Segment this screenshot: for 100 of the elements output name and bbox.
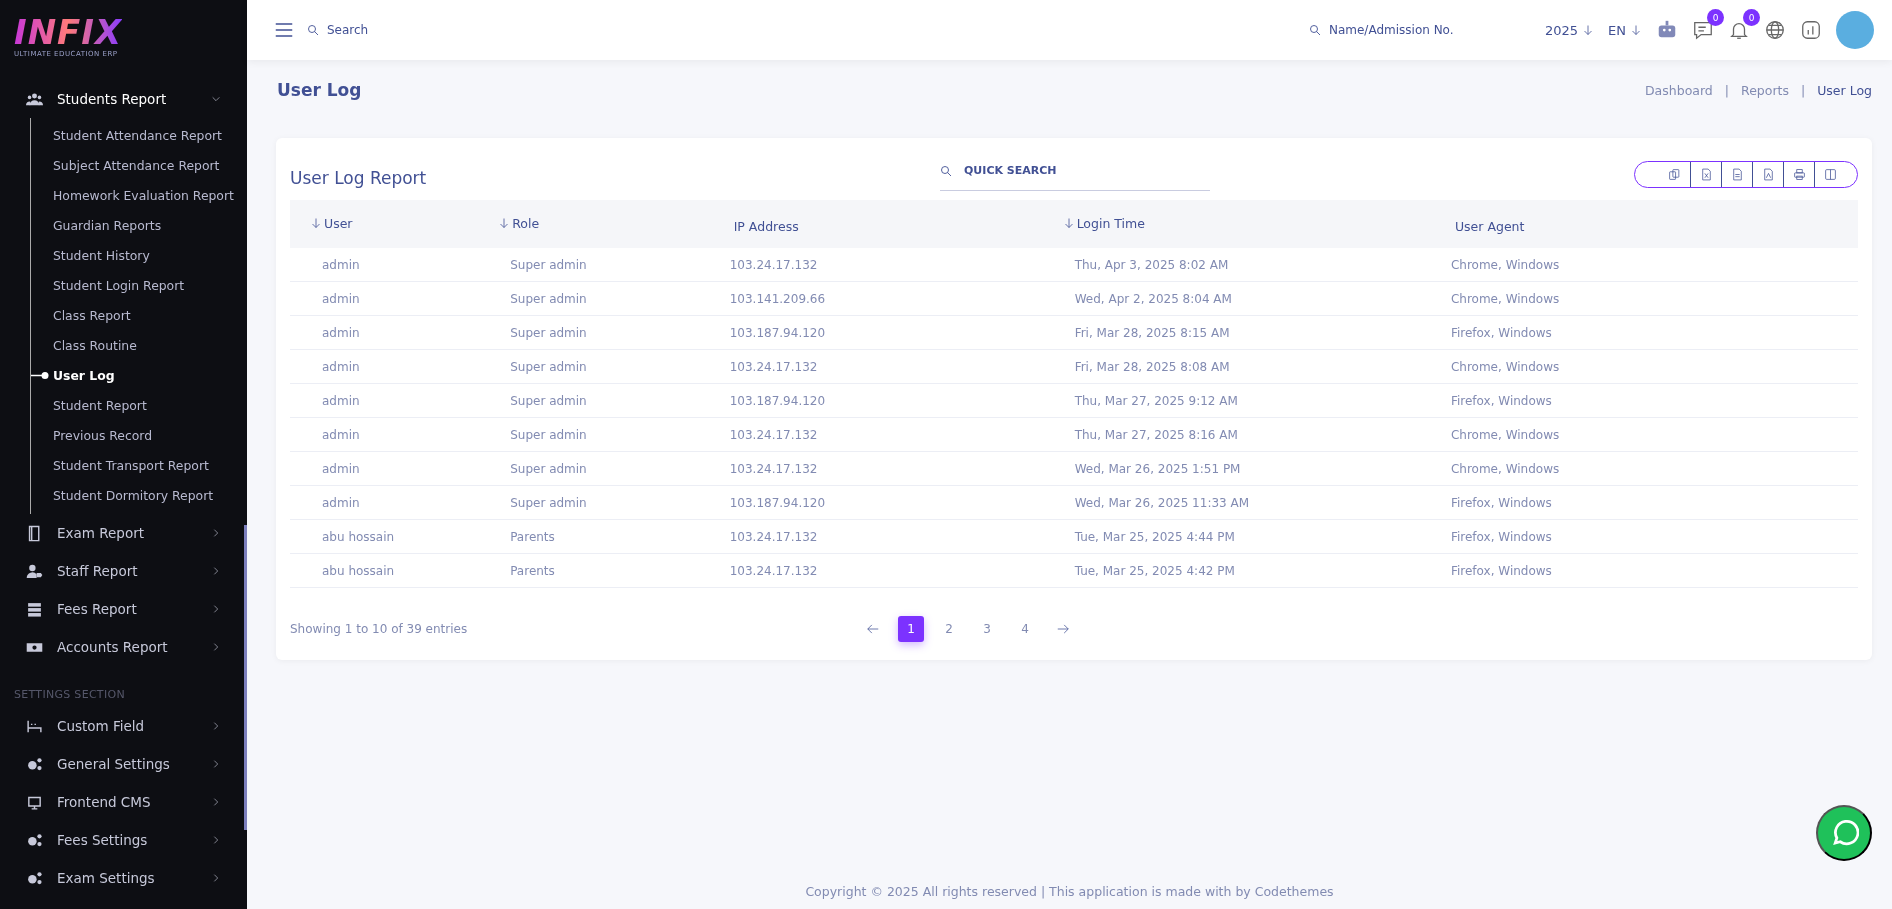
user-tag-icon [26, 562, 43, 580]
column-header[interactable]: Role [478, 200, 698, 248]
section-heading: SETTINGS SECTION [13, 687, 126, 703]
page-button[interactable]: 1 [898, 616, 924, 642]
table-cell: Tue, Mar 25, 2025 4:42 PM [1042, 553, 1419, 588]
column-header[interactable]: Login Time [1042, 200, 1419, 248]
sidebar-item[interactable]: Students Report [0, 80, 247, 118]
sidebar-item[interactable]: Frontend CMS [0, 783, 247, 821]
sidebar-item[interactable]: Custom Field [0, 707, 247, 745]
submenu-item[interactable]: Homework Evaluation Report [31, 180, 247, 210]
table-cell: Firefox, Windows [1418, 553, 1858, 588]
table-cell: Parents [478, 519, 698, 554]
column-header[interactable]: User Agent [1418, 200, 1858, 248]
table-cell: Super admin [478, 349, 698, 384]
table-cell: Chrome, Windows [1418, 281, 1858, 316]
card-title: User Log Report [290, 167, 428, 188]
table-cell: abu hossain [290, 553, 479, 588]
gears-icon [26, 869, 43, 887]
submenu-item[interactable]: Previous Record [31, 420, 247, 450]
table-cell: Super admin [478, 451, 698, 486]
table-cell: Super admin [478, 281, 698, 316]
submenu-item[interactable]: Student Attendance Report [31, 120, 247, 150]
table-cell: admin [290, 417, 479, 452]
sidebar-item[interactable]: Staff Report [0, 552, 247, 590]
breadcrumb-separator: | [1724, 82, 1730, 98]
submenu-item[interactable]: Class Report [31, 300, 247, 330]
table-cell: Wed, Mar 26, 2025 1:51 PM [1042, 451, 1419, 486]
column-header[interactable]: IP Address [697, 200, 1043, 248]
submenu-item[interactable]: Subject Attendance Report [31, 150, 247, 180]
table-cell: admin [290, 383, 479, 418]
table-cell: Chrome, Windows [1418, 349, 1858, 384]
submenu-item[interactable]: Class Routine [31, 330, 247, 360]
page-title: User Log [277, 80, 362, 100]
table-cell: 103.187.94.120 [697, 315, 1043, 350]
table-cell: Fri, Mar 28, 2025 8:08 AM [1042, 349, 1419, 384]
table-cell: Wed, Apr 2, 2025 8:04 AM [1042, 281, 1419, 316]
arrow-down-icon [1630, 24, 1642, 36]
table-cell: Thu, Mar 27, 2025 8:16 AM [1042, 417, 1419, 452]
table-cell: 103.24.17.132 [697, 248, 1043, 282]
submenu-item[interactable]: Student Login Report [31, 270, 247, 300]
active-dot-icon [31, 372, 49, 379]
table-cell: Firefox, Windows [1418, 383, 1858, 418]
table-cell: Super admin [478, 485, 698, 520]
submenu-item[interactable]: Student Transport Report [31, 450, 247, 480]
sidebar-item[interactable]: Accounts Report [0, 628, 247, 666]
submenu-item[interactable]: Student Report [31, 390, 247, 420]
copyright-text: Copyright © 2025 All rights reserved | This application is made with by Codethemes [805, 884, 1334, 899]
submenu-item[interactable]: User Log [31, 360, 247, 390]
whatsapp-button[interactable] [1816, 805, 1872, 861]
arrow-left-icon [866, 622, 880, 636]
column-header[interactable]: User [290, 200, 479, 248]
table-cell: Thu, Mar 27, 2025 9:12 AM [1042, 383, 1419, 418]
pdf-file-icon [1761, 167, 1775, 181]
table-cell: 103.141.209.66 [697, 281, 1043, 316]
table-cell: Tue, Mar 25, 2025 4:44 PM [1042, 519, 1419, 554]
table-cell: abu hossain [290, 519, 479, 554]
table-cell: admin [290, 281, 479, 316]
arrow-right-icon [1056, 622, 1070, 636]
sidebar-item[interactable]: General Settings [0, 745, 247, 783]
sidebar-item[interactable]: Fees Report [0, 590, 247, 628]
menu-icon [275, 22, 293, 38]
table-cell: Firefox, Windows [1418, 519, 1858, 554]
table-cell: Wed, Mar 26, 2025 11:33 AM [1042, 485, 1419, 520]
sidebar-item[interactable]: Exam Report [0, 514, 247, 552]
year-select[interactable]: 2025 [1544, 22, 1595, 38]
table-cell: 103.24.17.132 [697, 553, 1043, 588]
search-icon [940, 164, 952, 177]
submenu-item[interactable]: Student Dormitory Report [31, 480, 247, 510]
table-cell: Chrome, Windows [1418, 451, 1858, 486]
table-cell: Firefox, Windows [1418, 315, 1858, 350]
submenu-item[interactable]: Student History [31, 240, 247, 270]
server-icon [26, 600, 43, 618]
table-cell: Chrome, Windows [1418, 248, 1858, 282]
excel-file-icon [1699, 167, 1713, 181]
copy-icon [1668, 167, 1681, 181]
print-icon [1792, 167, 1806, 181]
table-cell: Super admin [478, 383, 698, 418]
users-icon [26, 90, 43, 108]
csv-file-icon [1730, 167, 1744, 181]
search-field[interactable]: Search [325, 22, 529, 38]
table-cell: 103.187.94.120 [697, 383, 1043, 418]
columns-icon [1823, 167, 1837, 181]
entries-info: Showing 1 to 10 of 39 entries [290, 622, 469, 636]
sidebar-item[interactable]: Fees Settings [0, 821, 247, 859]
student-search-field[interactable]: Name/Admission No. [1326, 22, 1531, 38]
table-cell: Thu, Apr 3, 2025 8:02 AM [1042, 248, 1419, 282]
scrollbar[interactable] [244, 525, 247, 830]
gears-icon [26, 831, 43, 849]
table-cell: Parents [478, 553, 698, 588]
table-cell: Super admin [478, 315, 698, 350]
search-icon [307, 24, 319, 36]
table-cell: admin [290, 349, 479, 384]
arrow-down-icon [1582, 24, 1595, 36]
table-cell: 103.24.17.132 [697, 519, 1043, 554]
breadcrumb-link[interactable]: User Log [1817, 82, 1872, 98]
language-select[interactable]: EN [1608, 22, 1642, 38]
table-cell: Super admin [478, 248, 698, 282]
sidebar-item[interactable]: Exam Settings [0, 859, 247, 897]
submenu-item[interactable]: Guardian Reports [31, 210, 247, 240]
table-cell: 103.24.17.132 [697, 451, 1043, 486]
